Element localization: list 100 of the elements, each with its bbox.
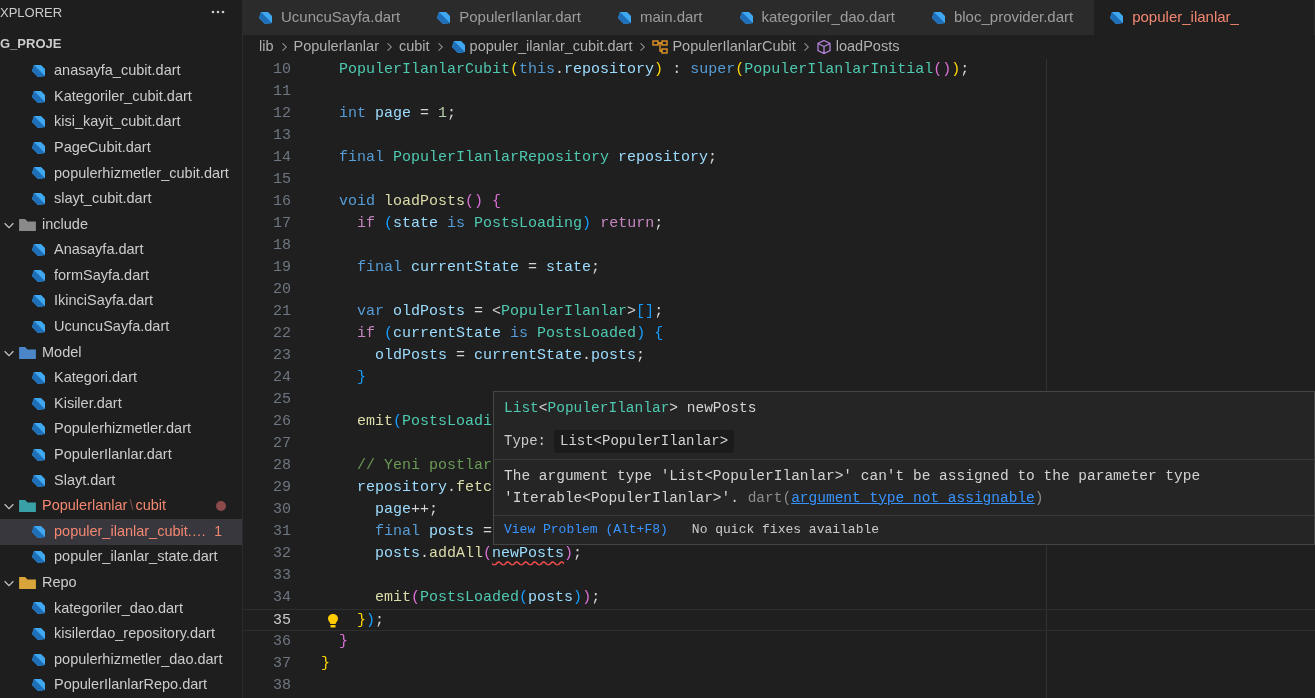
dart-file-icon [30,446,46,463]
code-line: posts.addAll(newPosts); [375,544,583,564]
code-line: // Yeni postlar [357,456,493,476]
folder-item[interactable]: Populerlanlar\cubit [0,493,242,519]
file-item[interactable]: Anasayfa.dart [0,237,242,263]
lightbulb-icon[interactable] [325,613,341,629]
breadcrumb-item[interactable]: lib [259,36,274,58]
line-number: 22 [272,324,291,344]
file-item[interactable]: kategoriler_dao.dart [0,595,242,622]
editor-tab[interactable]: kategoriler_dao.dart [723,0,916,35]
breadcrumb-item[interactable]: PopulerIlanlarCubit [652,36,796,58]
dart-file-icon [30,267,46,284]
dart-file-icon [929,9,946,26]
file-item[interactable]: IkinciSayfa.dart [0,288,242,315]
file-item[interactable]: kisi_kayit_cubit.dart [0,109,242,135]
file-item[interactable]: PopulerIlanlar.dart [0,442,242,468]
breadcrumb-item[interactable]: loadPosts [815,36,900,58]
code-line: repository.fetc [357,478,493,498]
file-item[interactable]: populer_ilanlar_cubit.… 1 [0,518,242,545]
line-number: 14 [272,148,291,168]
code-line: oldPosts = currentState.posts; [375,346,646,366]
folder-item[interactable]: Repo [0,570,242,596]
line-number: 26 [272,412,291,432]
dart-file-icon [30,651,46,668]
code-line: } [357,368,367,388]
breadcrumb-item[interactable]: populer_ilanlar_cubit.dart [449,36,633,58]
code-line: void loadPosts() { [339,192,502,212]
code-line: emit(PostsLoaded(posts)); [375,588,601,608]
line-number: 24 [272,368,291,388]
line-number: 25 [272,390,291,410]
problem-count: 1 [214,522,224,542]
code-line: page++; [375,500,439,520]
editor-tab[interactable]: UcuncuSayfa.dart [243,0,422,35]
dart-file-icon [449,39,466,55]
line-number: 16 [272,192,291,212]
dart-file-icon [30,549,46,566]
code-line: PopulerIlanlarCubit(this.repository) : super(PopulerIlanlarInitial()); [339,60,970,80]
line-number: 30 [272,500,291,520]
file-item[interactable]: Populerhizmetler.dart [0,416,242,443]
code-line: emit(PostsLoadi [357,412,493,432]
file-item[interactable]: Kategoriler_cubit.dart [0,83,242,110]
editor-tab[interactable]: populer_ilanlar_ [1094,0,1315,35]
file-item[interactable]: UcuncuSayfa.dart [0,314,242,340]
folder-item[interactable]: Model [0,339,242,366]
dart-file-icon [737,9,754,26]
breadcrumb-item[interactable]: cubit [398,36,430,58]
line-number: 19 [272,258,291,278]
file-item[interactable]: Slayt.dart [0,467,242,494]
file-item[interactable]: PageCubit.dart [0,135,242,161]
folder-item[interactable]: include [0,211,242,238]
line-number: 21 [272,302,291,322]
dart-file-icon [30,63,46,79]
folder-icon [19,500,36,513]
line-number: 20 [272,280,291,300]
line-number: 38 [272,676,291,696]
dart-file-icon [30,293,46,310]
code-line: } [321,654,330,674]
file-item[interactable]: Kategori.dart [0,365,242,391]
dart-file-icon [30,677,46,694]
file-item[interactable]: PopulerIlanlarRepo.dart [0,672,242,698]
no-fixes-text: No quick fixes available [691,521,880,540]
code-line: if (state is PostsLoading) return; [357,214,664,234]
dart-file-icon [30,191,46,207]
file-item[interactable]: populer_ilanlar_state.dart [0,544,242,571]
breadcrumb-item[interactable]: Populerlanlar [293,36,379,58]
folder-icon [19,576,36,589]
file-item[interactable]: anasayfa_cubit.dart [0,58,242,84]
code-line: final currentState = state; [357,258,601,278]
dart-file-icon [30,370,46,387]
dart-file-icon [30,421,46,438]
line-number: 12 [272,104,291,124]
file-item[interactable]: slayt_cubit.dart [0,186,242,212]
explorer-title: XPLORER [0,3,63,22]
line-number: 10 [272,60,291,80]
folder-icon [19,346,36,359]
line-number: 11 [272,82,291,102]
file-item[interactable]: formSayfa.dart [0,262,242,289]
view-problem-link[interactable]: View Problem (Alt+F8) [504,520,668,540]
dart-file-icon [616,9,632,26]
dart-file-icon [435,9,452,26]
editor-tab[interactable]: bloc_provider.dart [915,0,1095,35]
file-item[interactable]: kisilerdao_repository.dart [0,621,242,647]
dart-file-icon [30,114,46,131]
dart-file-icon [30,523,46,540]
dart-file-icon [30,318,46,335]
dart-file-icon [30,472,46,489]
error-code-link[interactable]: argument_type_not_assignable [791,489,1035,506]
file-item[interactable]: Kisiler.dart [0,390,242,417]
error-dot [216,501,226,512]
line-number: 36 [272,632,291,652]
dart-file-icon [30,626,46,643]
code-line: int page = 1; [339,104,457,124]
editor-tab[interactable]: PopulerIlanlar.dart [421,0,602,35]
line-number: 35 [272,611,291,630]
file-item[interactable]: populerhizmetler_cubit.dart [0,160,242,187]
file-item[interactable]: populerhizmetler_dao.dart [0,646,242,673]
editor-tab[interactable]: main.dart [602,0,724,35]
dart-file-icon [30,600,46,617]
dart-file-icon [257,9,273,26]
code-line: if (currentState is PostsLoaded) { [357,324,664,344]
